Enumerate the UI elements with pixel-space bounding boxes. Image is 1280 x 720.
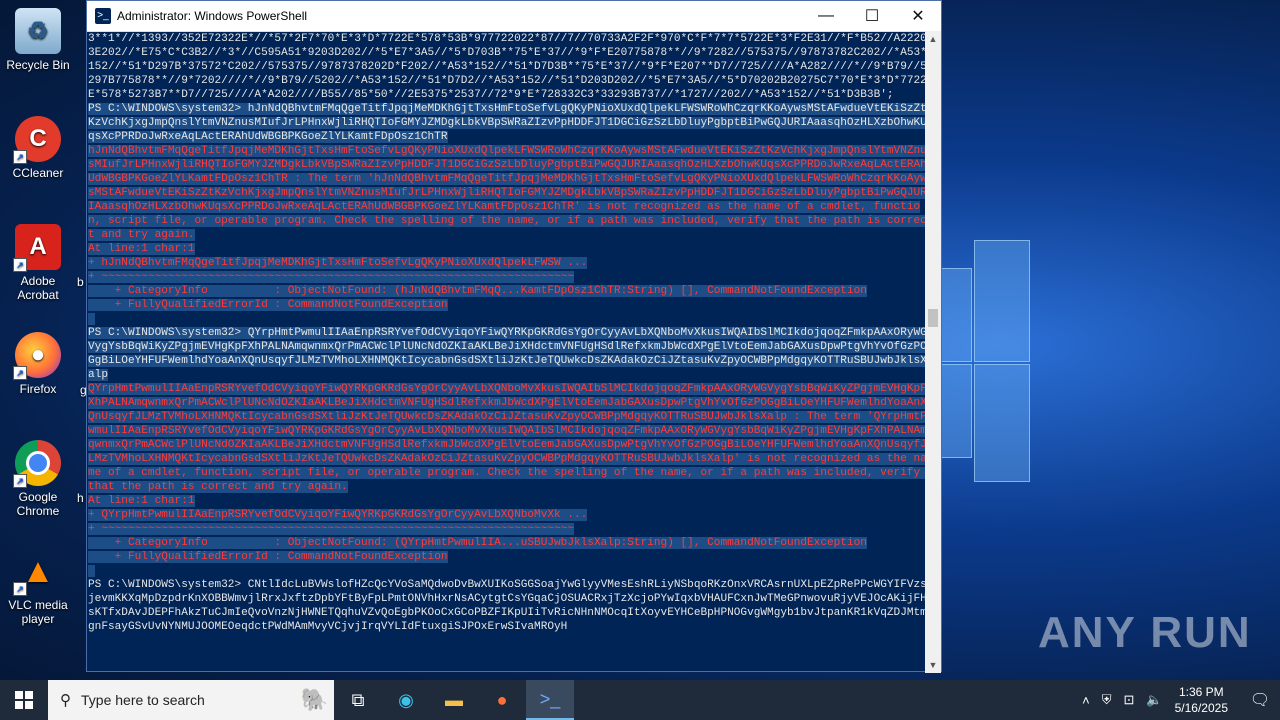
ccleaner-icon: C ↗ <box>13 116 61 164</box>
firefox-icon: ● ↗ <box>13 332 61 380</box>
firefox-taskbar-icon[interactable]: ● <box>478 680 526 720</box>
desktop-icon-adobe-acrobat[interactable]: A ↗ Adobe Acrobat <box>0 224 76 302</box>
taskbar-search-box[interactable]: ⚲ Type here to search 🐘 <box>48 680 334 720</box>
hidden-desktop-label: b <box>77 275 84 289</box>
notification-icon[interactable]: 🗨 <box>1240 690 1280 710</box>
chrome-icon: ↗ <box>13 440 61 488</box>
search-placeholder: Type here to search <box>81 692 205 708</box>
minimize-button[interactable]: — <box>803 1 849 31</box>
console-line: At line:1 char:1 <box>88 495 195 507</box>
desktop-icon-label: CCleaner <box>12 166 64 180</box>
task-view-icon[interactable]: ⧉ <box>334 680 382 720</box>
vlc-icon: ▲ ↗ <box>13 548 61 596</box>
anyrun-watermark: ANY RUN <box>1038 608 1252 657</box>
desktop-icon-recycle-bin[interactable]: ♻ Recycle Bin <box>0 8 76 72</box>
desktop-icon-label: Recycle Bin <box>6 58 70 72</box>
console-line: + ~~~~~~~~~~~~~~~~~~~~~~~~~~~~~~~~~~~~~~… <box>88 523 574 535</box>
window-titlebar[interactable]: >_ Administrator: Windows PowerShell — ☐… <box>87 1 941 32</box>
window-title: Administrator: Windows PowerShell <box>117 9 308 23</box>
clock-date: 5/16/2025 <box>1174 701 1228 715</box>
clock-time: 1:36 PM <box>1178 685 1224 699</box>
chevron-up-icon[interactable]: ˄ <box>1082 693 1090 708</box>
search-highlight-image: 🐘 <box>300 687 328 712</box>
console-line: PS C:\WINDOWS\system32> QYrpHmtPwmulIIAa… <box>88 327 927 381</box>
desktop-icon-firefox[interactable]: ● ↗ Firefox <box>0 332 76 396</box>
console-line: + CategoryInfo : ObjectNotFound: (QYrpHm… <box>88 537 867 549</box>
console-output[interactable]: 3**1*//*1393//352E72322E*//*57*2F7*70*E*… <box>87 31 927 673</box>
console-line: + FullyQualifiedErrorId : CommandNotFoun… <box>88 551 448 563</box>
scrollbar-thumb[interactable] <box>928 309 938 327</box>
maximize-button[interactable]: ☐ <box>849 1 895 31</box>
recycle-bin-icon: ♻ <box>15 8 61 54</box>
desktop-icon-vlc[interactable]: ▲ ↗ VLC media player <box>0 548 76 627</box>
hidden-desktop-label: h <box>77 491 84 505</box>
windows-logo-wallpaper <box>930 240 1030 482</box>
console-line: + ~~~~~~~~~~~~~~~~~~~~~~~~~~~~~~~~~~~~~~… <box>88 271 574 283</box>
file-explorer-icon[interactable]: ▬ <box>430 680 478 720</box>
vertical-scrollbar[interactable]: ▲ ▼ <box>925 31 941 673</box>
powershell-icon: >_ <box>95 8 111 24</box>
clock[interactable]: 1:36 PM 5/16/2025 <box>1175 684 1228 716</box>
powershell-window[interactable]: >_ Administrator: Windows PowerShell — ☐… <box>86 0 942 673</box>
desktop-icon-label: Firefox <box>19 382 57 396</box>
desktop-icon-label: VLC media player <box>8 598 68 626</box>
console-line <box>88 564 927 578</box>
desktop-icon-ccleaner[interactable]: C ↗ CCleaner <box>0 116 76 180</box>
console-line: + QYrpHmtPwmulIIAaEnpRSRYvefOdCVyiqoYFiw… <box>88 509 588 521</box>
desktop-icon-label: Adobe Acrobat <box>17 274 59 302</box>
taskbar: ⚲ Type here to search 🐘 ⧉ ◉ ▬ ● >_ ˄ ⛨ ⊡… <box>0 680 1280 720</box>
console-line: + hJnNdQBhvtmFMqQgeTitfJpqjMeMDKhGjtTxsH… <box>88 257 588 269</box>
edge-icon[interactable]: ◉ <box>382 680 430 720</box>
console-line <box>88 312 927 326</box>
console-line: 3**1*//*1393//352E72322E*//*57*2F7*70*E*… <box>88 33 927 101</box>
console-line: PS C:\WINDOWS\system32> hJnNdQBhvtmFMqQg… <box>88 103 927 143</box>
desktop-icon-label: Google Chrome <box>16 490 60 518</box>
console-line: hJnNdQBhvtmFMqQgeTitfJpqjMeMDKhGjtTxsHmF… <box>88 145 927 241</box>
desktop-icon-google-chrome[interactable]: ↗ Google Chrome <box>0 440 76 518</box>
network-icon[interactable]: ⊡ <box>1124 692 1135 708</box>
defender-icon[interactable]: ⛨ <box>1102 692 1112 708</box>
scroll-up-icon[interactable]: ▲ <box>925 31 941 47</box>
search-icon: ⚲ <box>60 692 71 709</box>
adobe-acrobat-icon: A ↗ <box>13 224 61 272</box>
console-line: + CategoryInfo : ObjectNotFound: (hJnNdQ… <box>88 285 867 297</box>
console-line: PS C:\WINDOWS\system32> CNtlIdcLuBVWslof… <box>88 579 927 633</box>
scroll-down-icon[interactable]: ▼ <box>925 657 941 673</box>
console-text: 3**1*//*1393//352E72322E*//*57*2F7*70*E*… <box>87 31 927 634</box>
console-line: + FullyQualifiedErrorId : CommandNotFoun… <box>88 299 448 311</box>
powershell-taskbar-icon[interactable]: >_ <box>526 680 574 720</box>
system-tray: ˄ ⛨ ⊡ 🔈 1:36 PM 5/16/2025 🗨 <box>1076 684 1280 716</box>
volume-icon[interactable]: 🔈 <box>1146 692 1162 708</box>
console-line: QYrpHmtPwmulIIAaEnpRSRYvefOdCVyiqoYFiwQY… <box>88 383 927 493</box>
close-button[interactable]: ✕ <box>895 1 941 31</box>
console-line: At line:1 char:1 <box>88 243 195 255</box>
start-button[interactable] <box>0 680 48 720</box>
windows-start-icon <box>15 691 33 709</box>
